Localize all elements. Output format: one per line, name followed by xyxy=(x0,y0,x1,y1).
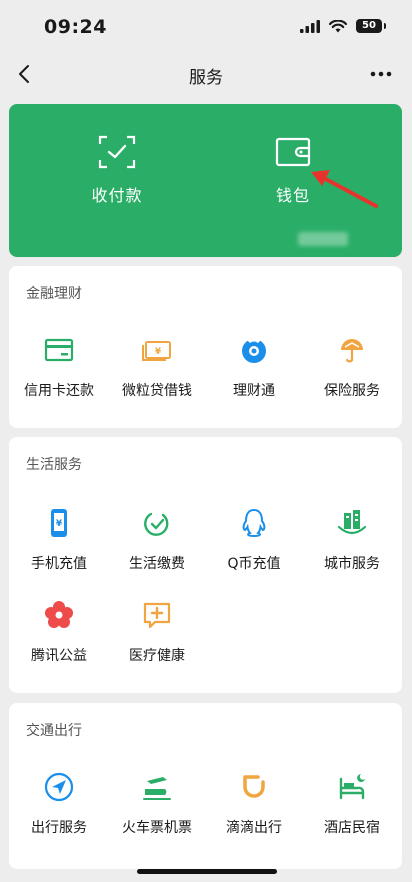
city-service-icon xyxy=(337,510,367,535)
grid-label: 腾讯公益 xyxy=(31,648,87,664)
insurance-item[interactable]: 保险服务 xyxy=(303,334,401,400)
svg-text:¥: ¥ xyxy=(56,519,63,529)
section-title: 生活服务 xyxy=(26,457,82,473)
grid-label: 微粒贷借钱 xyxy=(122,383,192,399)
grid-label: 手机充值 xyxy=(31,556,87,572)
grid-label: 出行服务 xyxy=(31,820,87,836)
phone-recharge-icon: ¥ xyxy=(51,509,67,537)
more-dots-icon[interactable] xyxy=(368,62,394,86)
loan-icon: ¥ xyxy=(142,341,171,361)
medical-item[interactable]: 医疗健康 xyxy=(108,599,206,665)
loan-item[interactable]: ¥ 微粒贷借钱 xyxy=(108,334,206,400)
wealth-icon xyxy=(242,337,266,363)
grid-label: 保险服务 xyxy=(324,383,380,399)
qq-coin-item[interactable]: Q币充值 xyxy=(205,507,303,573)
svg-text:¥: ¥ xyxy=(155,347,162,357)
hotel-item[interactable]: 酒店民宿 xyxy=(303,771,401,837)
section-title: 交通出行 xyxy=(26,723,82,739)
charity-item[interactable]: 腾讯公益 xyxy=(10,599,108,665)
grid-label: 信用卡还款 xyxy=(24,383,94,399)
section-transport: 交通出行 出行服务 火车票机票 滴滴出行 酒店民宿 xyxy=(9,703,402,869)
travel-item[interactable]: 出行服务 xyxy=(10,771,108,837)
pay-receive-button[interactable]: 收付款 xyxy=(52,134,182,206)
didi-item[interactable]: 滴滴出行 xyxy=(205,771,303,837)
status-time: 09:24 xyxy=(44,16,107,38)
grid-label: 医疗健康 xyxy=(129,648,185,664)
status-bar: 09:24 50 xyxy=(0,0,412,54)
wallet-balance-blurred xyxy=(298,232,348,246)
status-icons: 50 xyxy=(300,19,386,33)
wifi-icon xyxy=(329,19,347,32)
section-life: 生活服务 ¥ 手机充值 生活缴费 Q币充值 城市服务 腾讯公益 医疗健康 xyxy=(9,437,402,693)
medical-icon xyxy=(143,602,171,629)
didi-icon xyxy=(243,775,265,798)
phone-recharge-item[interactable]: ¥ 手机充值 xyxy=(10,507,108,573)
nav-bar: 服务 xyxy=(0,54,412,96)
hotel-icon xyxy=(339,774,365,800)
page-title: 服务 xyxy=(189,68,223,88)
travel-icon xyxy=(44,772,74,802)
grid-label: Q币充值 xyxy=(227,556,281,572)
insurance-icon xyxy=(341,339,363,363)
grid-label: 生活缴费 xyxy=(129,556,185,572)
pay-receive-label: 收付款 xyxy=(91,186,143,205)
red-arrow-icon xyxy=(311,170,378,208)
qq-coin-icon xyxy=(242,508,266,538)
section-finance: 金融理财 信用卡还款 ¥ 微粒贷借钱 理财通 保险服务 xyxy=(9,266,402,428)
grid-label: 城市服务 xyxy=(324,556,380,572)
charity-icon xyxy=(45,601,73,628)
grid-label: 火车票机票 xyxy=(122,820,192,836)
train-plane-icon xyxy=(143,777,171,800)
utility-bill-icon xyxy=(144,512,169,536)
train-plane-item[interactable]: 火车票机票 xyxy=(108,771,206,837)
home-indicator xyxy=(137,869,277,874)
wallet-icon xyxy=(275,137,311,167)
battery-icon: 50 xyxy=(356,19,386,33)
signal-icon xyxy=(300,19,320,33)
wealth-item[interactable]: 理财通 xyxy=(205,334,303,400)
credit-card-icon xyxy=(44,338,74,362)
section-title: 金融理财 xyxy=(26,286,82,302)
city-service-item[interactable]: 城市服务 xyxy=(303,507,401,573)
grid-label: 滴滴出行 xyxy=(226,820,282,836)
grid-label: 酒店民宿 xyxy=(324,820,380,836)
grid-label: 理财通 xyxy=(233,383,275,399)
scan-pay-icon xyxy=(98,135,136,169)
utility-bill-item[interactable]: 生活缴费 xyxy=(108,507,206,573)
credit-card-repay-item[interactable]: 信用卡还款 xyxy=(10,334,108,400)
